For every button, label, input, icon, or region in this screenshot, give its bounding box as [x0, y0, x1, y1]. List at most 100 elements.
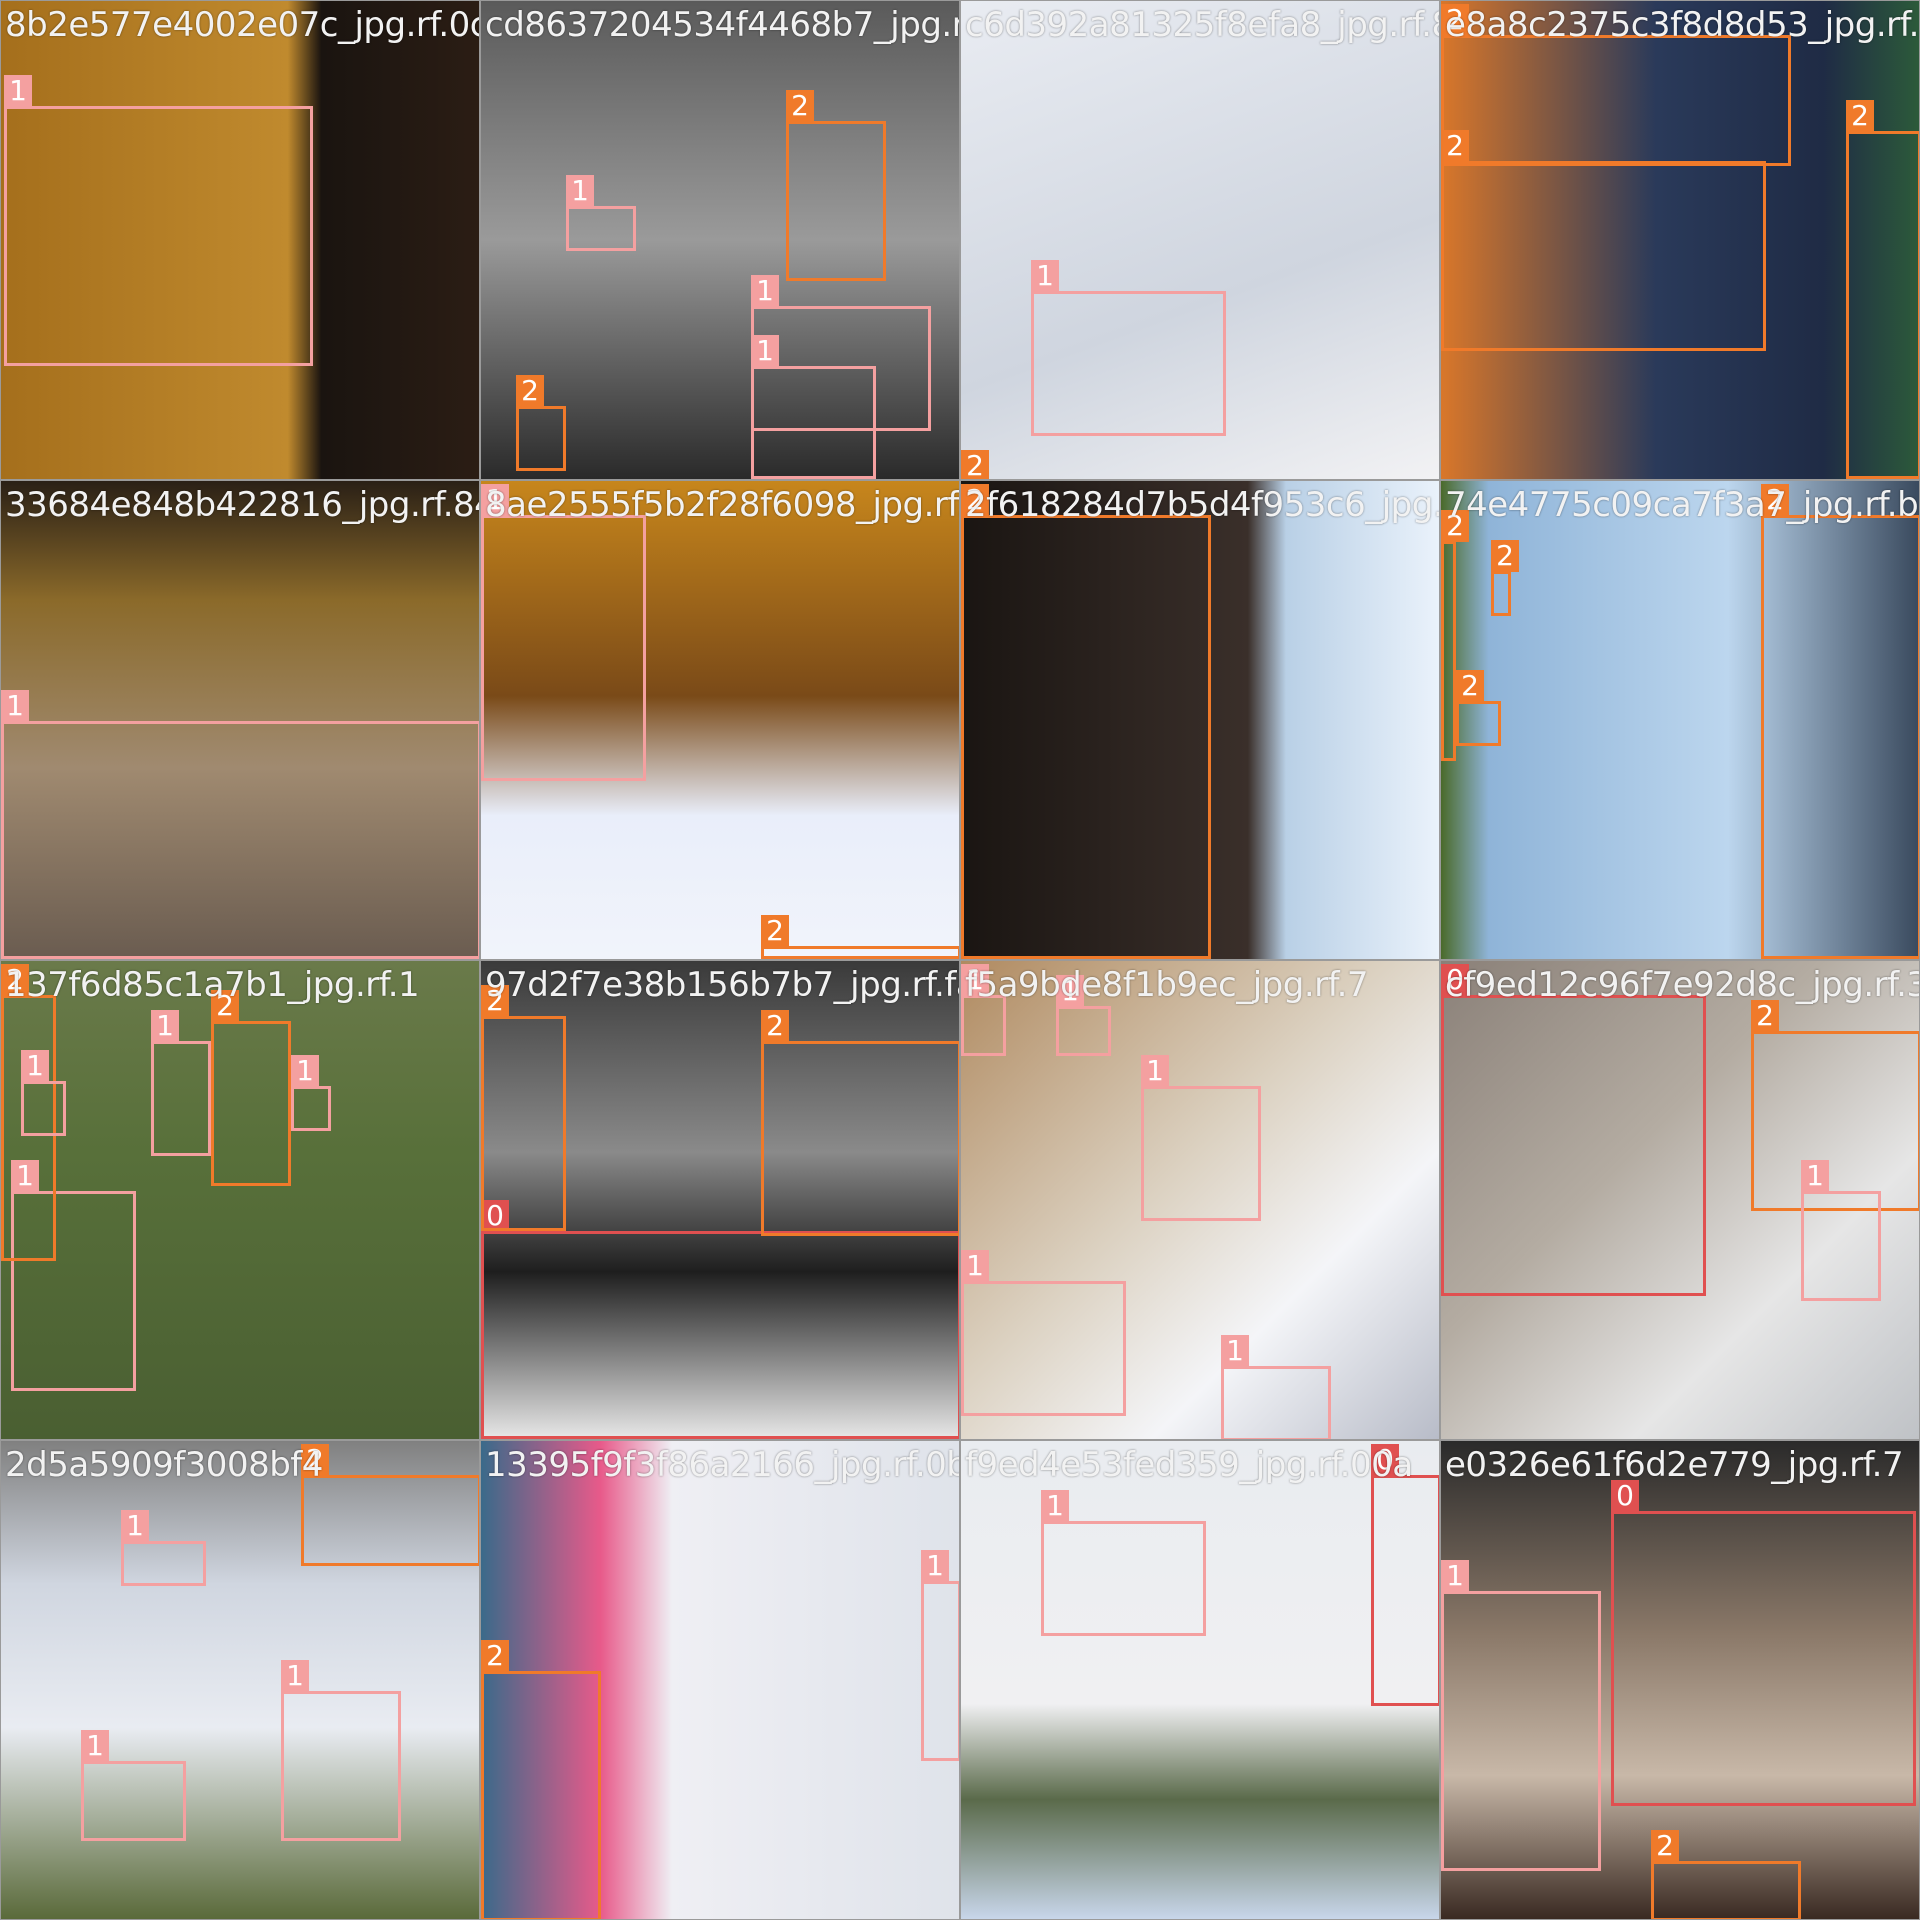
class-label: 1 — [961, 1250, 989, 1282]
tile-filename: 137f6d85c1a7b1_jpg.rf.1 — [5, 965, 420, 1005]
tile-filename: 8b2e577e4002e07c_jpg.rf.0c8667a0453ff445… — [5, 5, 479, 45]
class-label: 1 — [1801, 1160, 1829, 1192]
bounding-box: 1 — [81, 1730, 186, 1841]
class-label: 1 — [1221, 1335, 1249, 1367]
bounding-box: 1 — [151, 1010, 211, 1156]
class-label: 1 — [1041, 1490, 1069, 1522]
class-label: 1 — [566, 175, 594, 207]
mosaic-tile: cf9ed12c96f7e92d8c_jpg.rf.38 0 2 1 — [1440, 960, 1920, 1440]
tile-filename: cf9ed12c96f7e92d8c_jpg.rf.38 — [1445, 965, 1920, 1005]
mosaic-tile: c6d392a81325f8efa8_jpg.rf.8 1 2 — [960, 0, 1440, 480]
tile-filename: f5a9bde8f1b9ec_jpg.rf.7 — [965, 965, 1369, 1005]
mosaic-tile: 8b2e577e4002e07c_jpg.rf.0c8667a0453ff445… — [0, 0, 480, 480]
class-label: 1 — [21, 1050, 49, 1082]
mosaic-tile: 13395f9f3f86a2166_jpg.rf.0b 2 1 — [480, 1440, 960, 1920]
bounding-box: 0 — [1611, 1480, 1916, 1806]
bounding-box: 2 — [1441, 510, 1469, 761]
class-label: 1 — [751, 275, 779, 307]
bounding-box: 1 — [1801, 1160, 1881, 1301]
tile-filename: 8ae2555f5b2f28f6098_jpg.rf.a4 — [485, 485, 960, 525]
mosaic-tile: 2f618284d7b5d4f953c6_jpg.rf.d32 — [960, 480, 1440, 960]
class-label: 1 — [121, 1510, 149, 1542]
bounding-box: 0 — [481, 1200, 959, 1439]
bounding-box: 1 — [1041, 1490, 1206, 1636]
class-label: 1 — [1, 690, 29, 722]
tile-filename: e0326e61f6d2e779_jpg.rf.7 — [1445, 1445, 1904, 1485]
tile-filename: 13395f9f3f86a2166_jpg.rf.0b — [485, 1445, 960, 1485]
tile-filename: e8a8c2375c3f8d8d53_jpg.rf.3 — [1445, 5, 1920, 45]
training-batch-mosaic: 8b2e577e4002e07c_jpg.rf.0c8667a0453ff445… — [0, 0, 1920, 1920]
mosaic-tile: 97d2f7e38b156b7b7_jpg.rf.fa 0 2 2 — [480, 960, 960, 1440]
class-label: 1 — [751, 335, 779, 367]
tile-filename: f9ed4e53fed359_jpg.rf.00a — [965, 1445, 1413, 1485]
mosaic-tile: f5a9bde8f1b9ec_jpg.rf.7 1 1 1 1 1 — [960, 960, 1440, 1440]
bounding-box: 1 — [1441, 1560, 1601, 1871]
bounding-box: 2 — [481, 1640, 601, 1919]
mosaic-tile: f9ed4e53fed359_jpg.rf.00a 1 0 — [960, 1440, 1440, 1920]
mosaic-tile: 2d5a5909f3008bf4 1 1 1 2 — [0, 1440, 480, 1920]
bounding-box: 1 — [1031, 260, 1226, 436]
bounding-box: 2 — [1456, 670, 1501, 746]
bounding-box: 2 — [516, 375, 566, 471]
bounding-box: 2 — [1846, 100, 1919, 479]
bounding-box: 2 — [961, 484, 1211, 959]
bounding-box: 1 — [1, 690, 479, 959]
class-label: 1 — [1141, 1055, 1169, 1087]
tile-filename: 2d5a5909f3008bf4 — [5, 1445, 323, 1485]
class-label: 1 — [921, 1550, 949, 1582]
class-label: 1 — [1441, 1560, 1469, 1592]
class-label: 2 — [761, 915, 789, 947]
bounding-box: 1 — [121, 1510, 206, 1586]
class-label: 1 — [281, 1660, 309, 1692]
class-label: 2 — [481, 1640, 509, 1672]
mosaic-tile: 8ae2555f5b2f28f6098_jpg.rf.a4 1 2 — [480, 480, 960, 960]
bounding-box: 2 — [301, 1444, 479, 1566]
tile-filename: 2f618284d7b5d4f953c6_jpg.rf.d3 — [965, 485, 1439, 525]
class-label: 2 — [761, 1010, 789, 1042]
bounding-box: 2 — [761, 915, 959, 959]
class-label: 2 — [516, 375, 544, 407]
bounding-box: 1 — [921, 1550, 959, 1761]
bounding-box: 2 — [786, 90, 886, 281]
bounding-box: 2 — [761, 1010, 959, 1236]
mosaic-tile: e0326e61f6d2e779_jpg.rf.7 1 0 2 — [1440, 1440, 1920, 1920]
bounding-box: 2 — [1441, 130, 1766, 351]
bounding-box: 1 — [1056, 975, 1111, 1056]
bounding-box: 2 — [1441, 4, 1791, 166]
class-label: 1 — [81, 1730, 109, 1762]
tile-filename: 97d2f7e38b156b7b7_jpg.rf.fa — [485, 965, 960, 1005]
class-label: 2 — [786, 90, 814, 122]
bounding-box: 2 — [481, 985, 566, 1231]
mosaic-tile: e8a8c2375c3f8d8d53_jpg.rf.3 2 2 2 — [1440, 0, 1920, 480]
bounding-box: 2 — [1651, 1830, 1801, 1919]
mosaic-tile: cd8637204534f4468b7_jpg.rf.b 1 2 1 1 2 — [480, 0, 960, 480]
class-label: 1 — [4, 75, 32, 107]
bounding-box: 1 — [281, 1660, 401, 1841]
bounding-box: 1 — [481, 484, 646, 781]
bounding-box: 1 — [961, 1250, 1126, 1416]
class-label: 1 — [291, 1055, 319, 1087]
class-label: 2 — [1441, 130, 1469, 162]
bounding-box: 1 — [566, 175, 636, 251]
mosaic-tile: 137f6d85c1a7b1_jpg.rf.1 1 2 1 1 2 1 — [0, 960, 480, 1440]
class-label: 2 — [1651, 1830, 1679, 1862]
bounding-box: 2 — [1491, 540, 1519, 616]
class-label: 1 — [1031, 260, 1059, 292]
class-label: 2 — [961, 450, 989, 479]
bounding-box: 1 — [291, 1055, 331, 1131]
tile-filename: cd8637204534f4468b7_jpg.rf.b — [485, 5, 960, 45]
bounding-box: 0 — [1441, 964, 1706, 1296]
class-label: 2 — [1846, 100, 1874, 132]
bounding-box: 1 — [4, 75, 313, 366]
class-label: 2 — [1491, 540, 1519, 572]
bounding-box: 2 — [211, 990, 291, 1186]
bounding-box: 1 — [21, 1050, 66, 1136]
bounding-box: 1 — [1221, 1335, 1331, 1439]
class-label: 2 — [1456, 670, 1484, 702]
mosaic-tile: 74e4775c09ca7f3a7_jpg.rf.b 2 2 2 2 — [1440, 480, 1920, 960]
bounding-box: 2 — [1761, 484, 1919, 959]
tile-filename: c6d392a81325f8efa8_jpg.rf.8 — [965, 5, 1440, 45]
class-label: 1 — [151, 1010, 179, 1042]
bounding-box: 0 — [1371, 1444, 1439, 1706]
bounding-box: 2 — [1751, 1000, 1919, 1211]
